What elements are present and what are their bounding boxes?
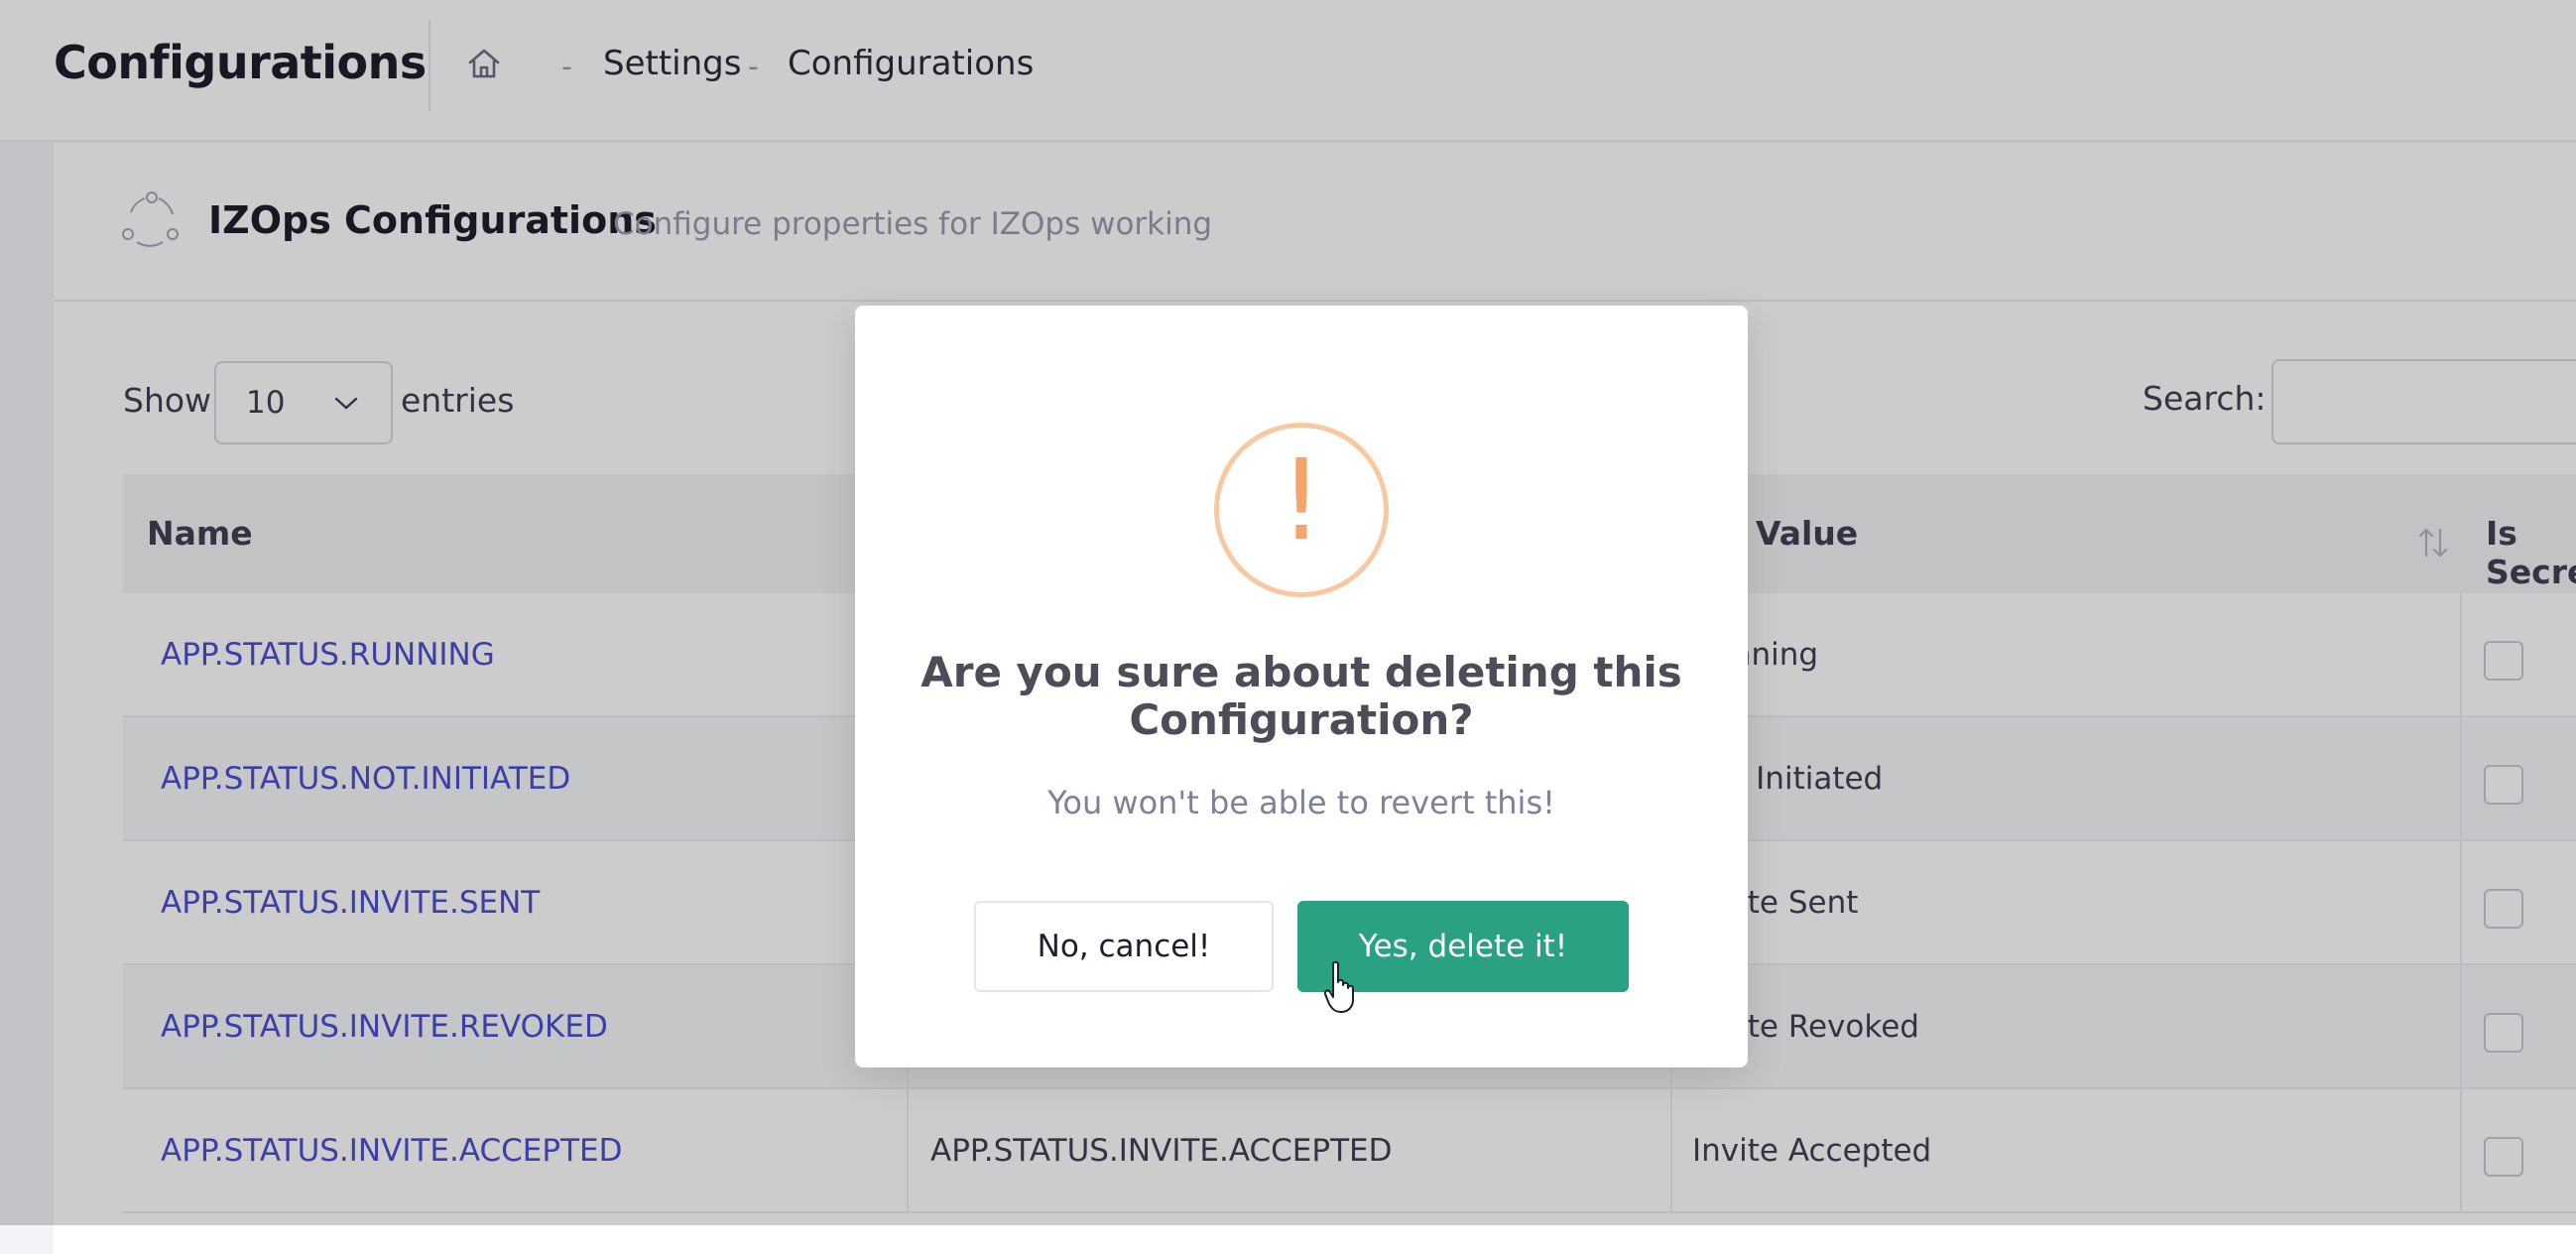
dialog-title: Are you sure about deleting this Configu… [920, 648, 1682, 744]
cancel-button[interactable]: No, cancel! [974, 901, 1274, 992]
warning-mark: ! [1279, 437, 1324, 565]
hand-pointer-icon [1323, 960, 1354, 1013]
delete-confirm-dialog: ! Are you sure about deleting this Confi… [855, 306, 1748, 1067]
dialog-message: You won't be able to revert this! [1047, 784, 1555, 821]
exclamation-icon: ! [1214, 423, 1389, 597]
